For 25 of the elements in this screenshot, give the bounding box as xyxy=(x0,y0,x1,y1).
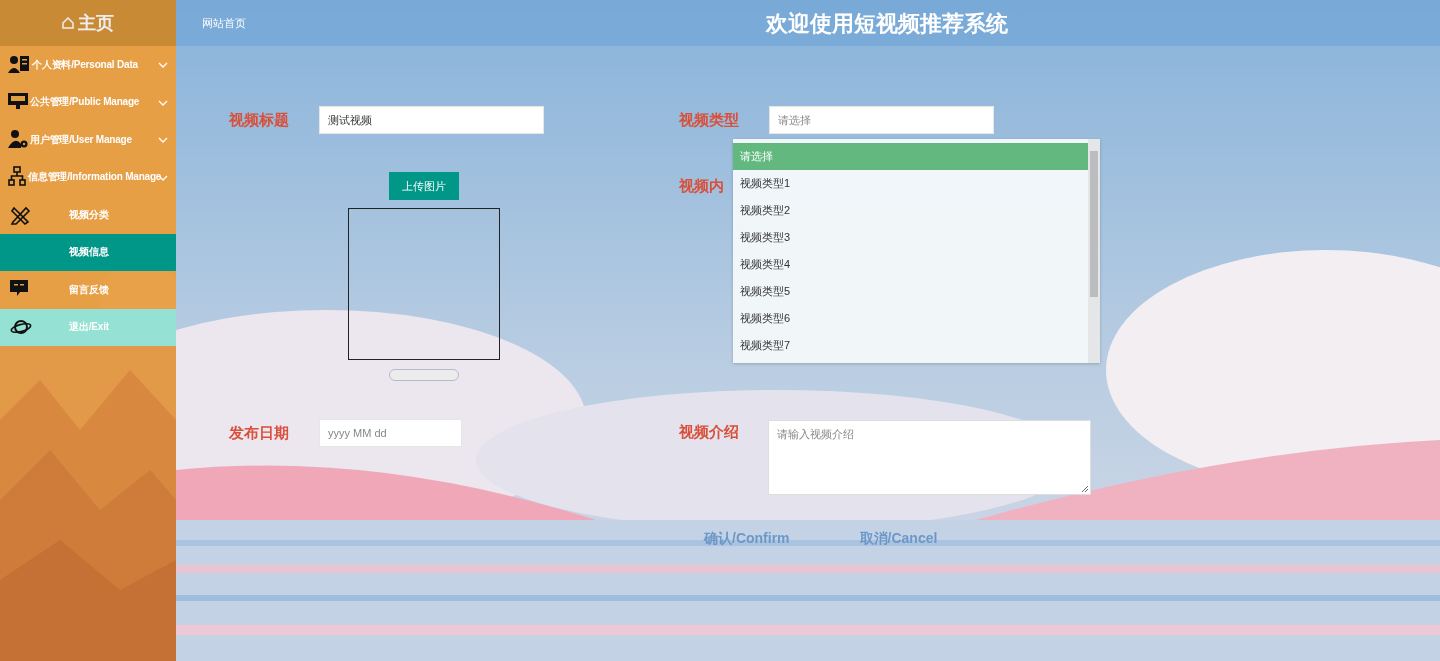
dropdown-option[interactable]: 视频类型2 xyxy=(733,197,1088,224)
breadcrumb-link[interactable]: 网站首页 xyxy=(202,15,246,31)
dropdown-option[interactable]: 请选择 xyxy=(733,143,1088,170)
page-title: 欢迎使用短视频推荐系统 xyxy=(766,10,1008,38)
dropdown-option[interactable]: 视频类型4 xyxy=(733,251,1088,278)
progress-pill xyxy=(389,369,459,381)
dropdown-option[interactable]: 视频类型6 xyxy=(733,305,1088,332)
field-label: 发布日期 xyxy=(229,423,289,443)
field-label: 视频标题 xyxy=(229,110,289,130)
date-input[interactable]: yyyy MM dd xyxy=(319,419,462,447)
dropdown-option[interactable]: 视频类型7 xyxy=(733,332,1088,359)
title-input[interactable]: 测试视频 xyxy=(319,106,544,134)
type-select[interactable]: 请选择 xyxy=(769,106,994,134)
scrollbar[interactable] xyxy=(1088,139,1100,363)
dropdown-option[interactable]: 视频类型3 xyxy=(733,224,1088,251)
upload-image-button[interactable]: 上传图片 xyxy=(389,172,459,200)
field-label: 视频介绍 xyxy=(679,423,739,442)
resize-grip-icon[interactable] xyxy=(1081,485,1089,493)
dropdown-option[interactable]: 视频类型1 xyxy=(733,170,1088,197)
dropdown-option[interactable]: 视频类型5 xyxy=(733,278,1088,305)
cancel-button[interactable]: 取消/Cancel xyxy=(859,530,938,548)
intro-textarea[interactable]: 请输入视频介绍 xyxy=(768,420,1091,495)
confirm-button[interactable]: 确认/Confirm xyxy=(704,530,790,548)
field-label: 视频内 xyxy=(679,176,724,196)
field-label: 视频类型 xyxy=(679,110,739,130)
